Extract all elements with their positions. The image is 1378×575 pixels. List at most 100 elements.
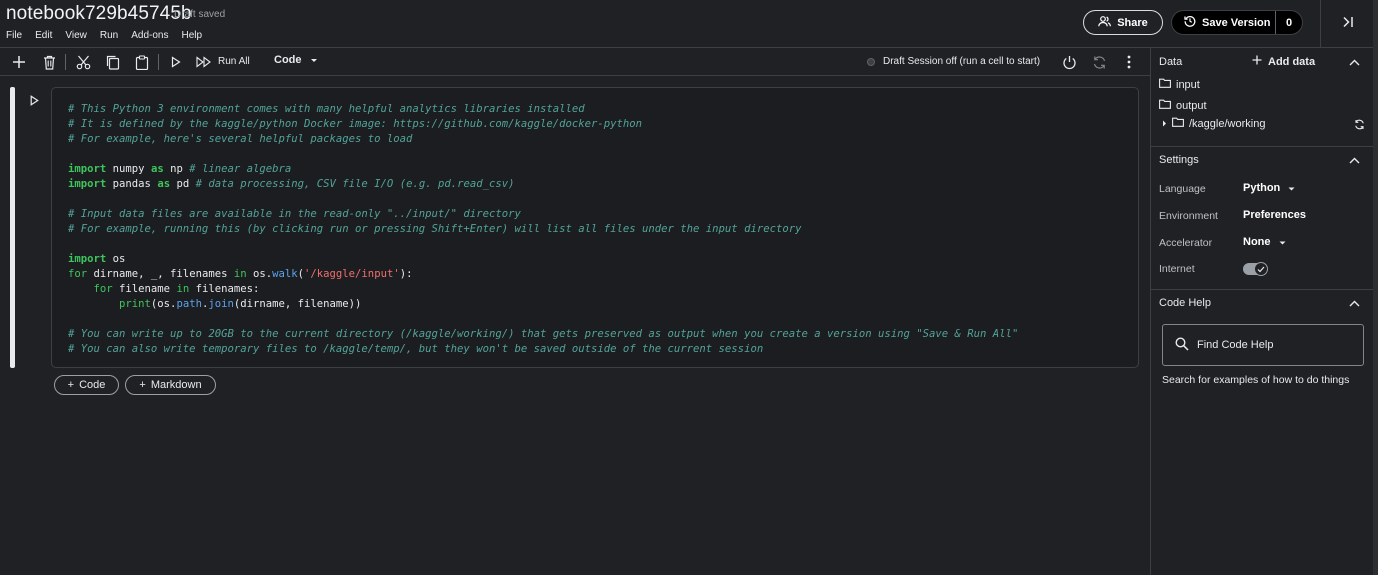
find-code-help-label: Find Code Help bbox=[1197, 339, 1274, 351]
restart-icon[interactable] bbox=[1090, 53, 1108, 71]
run-cell-icon[interactable] bbox=[167, 53, 185, 71]
run-all-icon[interactable] bbox=[195, 53, 213, 71]
code-token: os bbox=[106, 253, 126, 265]
code-line: # For example, running this (by clicking… bbox=[68, 222, 1138, 237]
accelerator-select[interactable]: None bbox=[1243, 236, 1286, 248]
menu-file[interactable]: File bbox=[6, 30, 22, 41]
code-token: as bbox=[150, 163, 164, 175]
active-cell-indicator bbox=[10, 87, 15, 368]
folder-icon bbox=[1159, 78, 1171, 91]
code-token: '/kaggle/input' bbox=[304, 268, 400, 280]
save-version-label: Save Version bbox=[1202, 16, 1271, 29]
code-token: walk bbox=[272, 268, 298, 280]
add-data-label: Add data bbox=[1268, 55, 1316, 68]
code-token: for bbox=[68, 268, 88, 280]
more-vert-icon[interactable] bbox=[1120, 53, 1138, 71]
internet-toggle[interactable] bbox=[1243, 262, 1268, 276]
code-token: pd bbox=[170, 178, 196, 190]
power-icon[interactable] bbox=[1060, 53, 1078, 71]
caret-down-icon bbox=[1279, 236, 1286, 248]
language-select[interactable]: Python bbox=[1243, 182, 1295, 194]
share-button[interactable]: Share bbox=[1083, 10, 1163, 35]
code-token: import bbox=[68, 163, 107, 175]
session-status: Draft Session off (run a cell to start) bbox=[883, 56, 1041, 67]
code-cell-editor[interactable]: # This Python 3 environment comes with m… bbox=[51, 87, 1139, 368]
code-token: in bbox=[233, 268, 247, 280]
settings-section-title: Settings bbox=[1159, 154, 1199, 166]
copy-icon[interactable] bbox=[104, 53, 122, 71]
right-sidebar: Data Add data input output /kaggle/worki… bbox=[1150, 48, 1374, 575]
menu-help[interactable]: Help bbox=[181, 30, 202, 41]
cell-type-value: Code bbox=[274, 54, 302, 66]
menu-edit[interactable]: Edit bbox=[35, 30, 52, 41]
code-line: # This Python 3 environment comes with m… bbox=[68, 102, 1138, 117]
code-line: for dirname, _, filenames in os.walk('/k… bbox=[68, 267, 1138, 282]
code-token: # It is defined by the kaggle/python Doc… bbox=[68, 118, 643, 130]
notebook-title[interactable]: notebook729b45745b bbox=[6, 3, 192, 25]
environment-label: Environment bbox=[1159, 210, 1218, 222]
data-item-label: /kaggle/working bbox=[1189, 117, 1266, 130]
add-markdown-cell-button[interactable]: + Markdown bbox=[125, 375, 216, 395]
environment-preferences-link[interactable]: Preferences bbox=[1243, 209, 1306, 221]
collapse-panel-icon[interactable] bbox=[1338, 12, 1358, 32]
save-version-count[interactable]: 0 bbox=[1275, 11, 1302, 34]
run-all-button[interactable]: Run All bbox=[218, 56, 250, 67]
add-data-button[interactable]: Add data bbox=[1252, 55, 1315, 68]
save-version-button[interactable]: Save Version 0 bbox=[1171, 10, 1303, 35]
code-token: # You can write up to 20GB to the curren… bbox=[68, 328, 1019, 340]
code-line: # You can also write temporary files to … bbox=[68, 342, 1138, 357]
plus-icon: + bbox=[139, 379, 146, 391]
code-line: import pandas as pd # data processing, C… bbox=[68, 177, 1138, 192]
data-item-input[interactable]: input bbox=[1159, 78, 1200, 91]
cell-type-select[interactable]: Code bbox=[274, 54, 318, 66]
code-token: in bbox=[176, 283, 190, 295]
draft-status: Draft saved bbox=[174, 9, 226, 20]
notebook-header: notebook729b45745b Draft saved File Edit… bbox=[0, 0, 1378, 48]
notebook-toolbar: Run All Code Draft Session off (run a ce… bbox=[0, 48, 1150, 76]
code-token: filename bbox=[112, 283, 177, 295]
sidebar-divider bbox=[1151, 146, 1374, 147]
data-item-output[interactable]: output bbox=[1159, 99, 1207, 112]
accelerator-value: None bbox=[1243, 236, 1271, 248]
cut-icon[interactable] bbox=[74, 53, 92, 71]
add-code-label: Code bbox=[79, 379, 106, 391]
code-line: # Input data files are available in the … bbox=[68, 207, 1138, 222]
caret-down-icon bbox=[1288, 182, 1295, 194]
code-token: path bbox=[176, 298, 202, 310]
internet-label: Internet bbox=[1159, 263, 1195, 275]
folder-icon bbox=[1172, 117, 1184, 130]
code-token: join bbox=[208, 298, 234, 310]
code-token: as bbox=[157, 178, 171, 190]
add-cell-icon[interactable] bbox=[10, 53, 28, 71]
code-token: for bbox=[93, 283, 113, 295]
code-help-section-title: Code Help bbox=[1159, 297, 1211, 309]
cell-run-icon[interactable] bbox=[27, 93, 41, 107]
data-section-title: Data bbox=[1159, 56, 1183, 68]
delete-icon[interactable] bbox=[40, 53, 58, 71]
add-code-cell-button[interactable]: + Code bbox=[54, 375, 119, 395]
menu-add-ons[interactable]: Add-ons bbox=[131, 30, 168, 41]
chevron-up-icon[interactable] bbox=[1347, 296, 1361, 310]
menu-run[interactable]: Run bbox=[100, 30, 118, 41]
code-token: filenames: bbox=[189, 283, 260, 295]
environment-value: Preferences bbox=[1243, 209, 1306, 221]
code-token: # You can also write temporary files to … bbox=[68, 343, 764, 355]
chevron-up-icon[interactable] bbox=[1347, 55, 1361, 69]
code-line: # You can write up to 20GB to the curren… bbox=[68, 327, 1138, 342]
toolbar-separator bbox=[158, 54, 159, 70]
sidebar-divider bbox=[1151, 289, 1374, 290]
refresh-icon[interactable] bbox=[1352, 117, 1366, 131]
menu-view[interactable]: View bbox=[65, 30, 87, 41]
check-icon bbox=[1254, 262, 1268, 276]
plus-icon: + bbox=[67, 379, 75, 391]
find-code-help-button[interactable]: Find Code Help bbox=[1162, 324, 1364, 366]
accelerator-label: Accelerator bbox=[1159, 237, 1213, 249]
language-label: Language bbox=[1159, 183, 1206, 195]
chevron-up-icon[interactable] bbox=[1347, 153, 1361, 167]
data-item-kaggle-working[interactable]: /kaggle/working bbox=[1162, 117, 1265, 130]
paste-icon[interactable] bbox=[133, 53, 151, 71]
